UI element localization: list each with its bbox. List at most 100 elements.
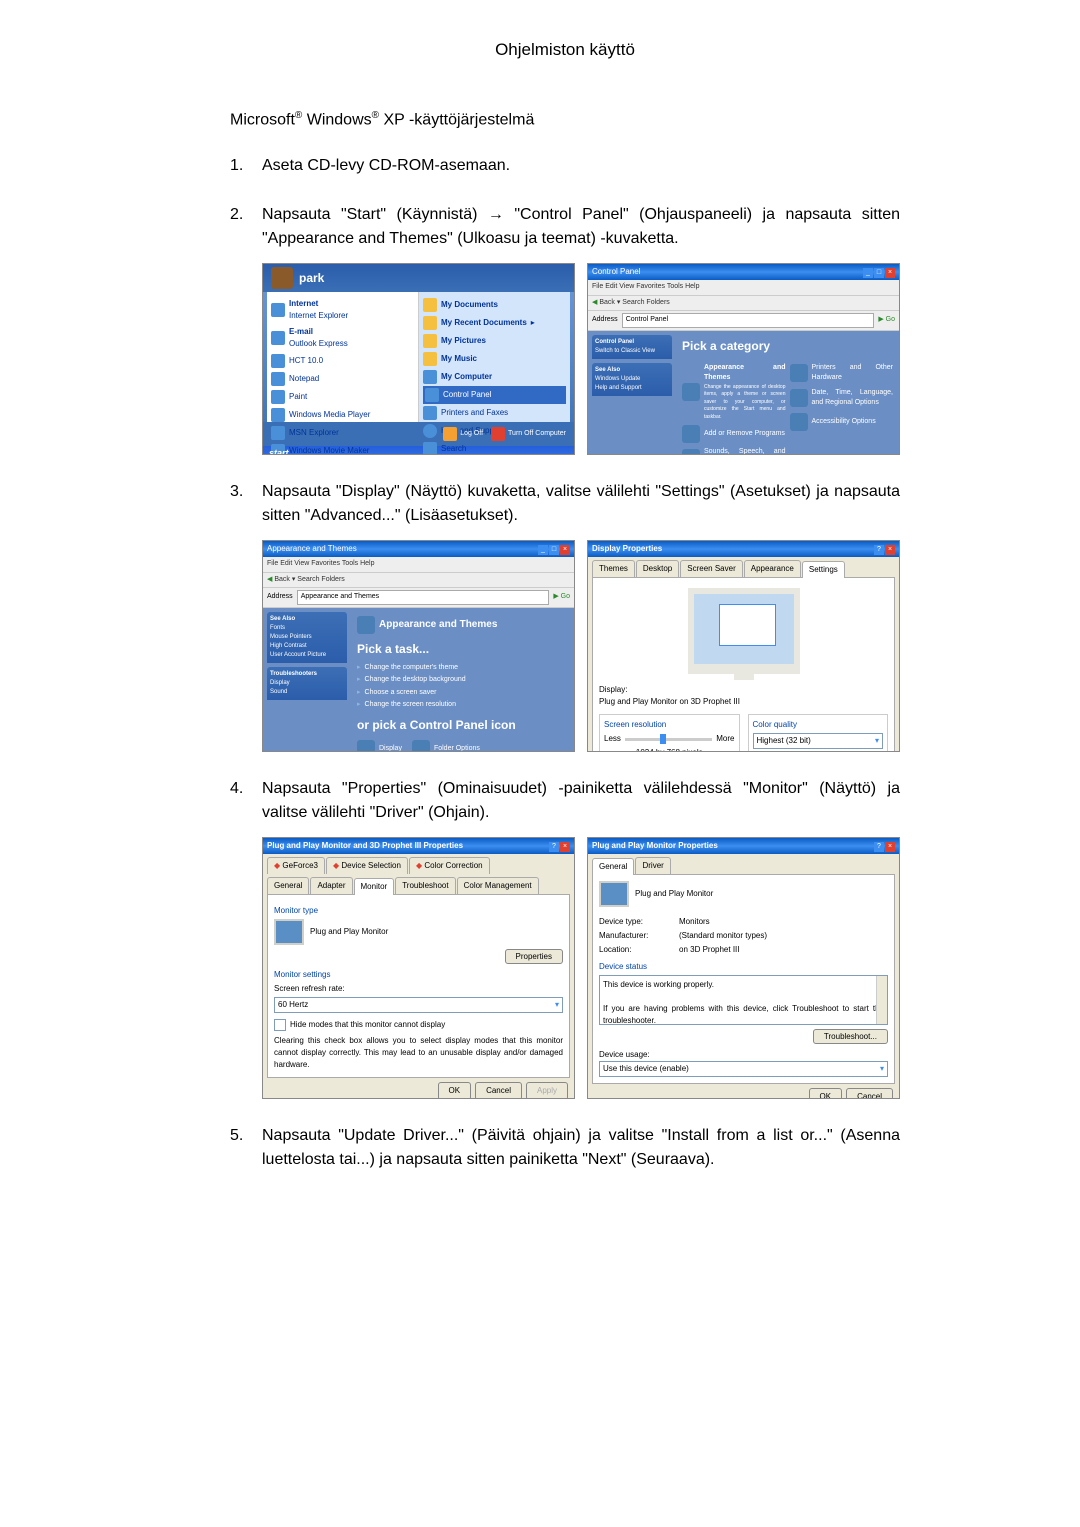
startmenu-item[interactable]: Notepad — [271, 370, 414, 388]
sidebar-link[interactable]: Fonts — [270, 625, 285, 631]
sidebar-link[interactable]: Windows Update — [595, 376, 640, 382]
tab-driver[interactable]: Driver — [635, 857, 670, 874]
minimize-icon[interactable]: _ — [538, 545, 548, 555]
tab-device-selection[interactable]: ◆ Device Selection — [326, 857, 408, 874]
cp-category[interactable]: Printers and Other Hardware — [790, 361, 894, 386]
startmenu-item[interactable]: Paint — [271, 388, 414, 406]
startmenu-item[interactable]: HCT 10.0 — [271, 352, 414, 370]
step-3: Napsauta "Display" (Näyttö) kuvaketta, v… — [230, 480, 900, 752]
tab-adapter[interactable]: Adapter — [310, 877, 352, 894]
help-icon[interactable]: ? — [549, 842, 559, 852]
task-link[interactable]: Choose a screen saver — [357, 687, 568, 700]
startmenu-item[interactable]: MSN Explorer — [271, 424, 414, 442]
refresh-dropdown[interactable]: 60 Hertz — [274, 997, 563, 1013]
cancel-button[interactable]: Cancel — [846, 1088, 893, 1099]
help-icon[interactable]: ? — [874, 545, 884, 555]
device-usage-dropdown[interactable]: Use this device (enable) — [599, 1061, 888, 1077]
cp-category[interactable]: Accessibility Options — [790, 411, 894, 433]
cp-heading: Pick a category — [682, 337, 893, 355]
close-icon[interactable]: × — [560, 842, 570, 852]
nvidia-icon: ◆ — [333, 861, 339, 870]
resolution-slider[interactable]: Less More — [604, 733, 735, 745]
startmenu-item[interactable]: Search — [423, 440, 566, 455]
scrollbar[interactable] — [876, 976, 887, 1024]
cp-category[interactable]: Sounds, Speech, and Audio Devices — [682, 445, 786, 455]
hide-modes-checkbox[interactable]: Hide modes that this monitor cannot disp… — [274, 1019, 563, 1031]
sidebar-link[interactable]: Help and Support — [595, 385, 642, 391]
close-icon[interactable]: × — [885, 268, 895, 278]
ok-button[interactable]: OK — [438, 1082, 472, 1099]
window-titlebar: Plug and Play Monitor Properties ?× — [588, 838, 899, 854]
minimize-icon[interactable]: _ — [863, 268, 873, 278]
switch-view-link[interactable]: Switch to Classic View — [595, 348, 655, 354]
startmenu-item[interactable]: My Documents — [423, 296, 566, 314]
task-link[interactable]: Change the desktop background — [357, 674, 568, 687]
task-link[interactable]: Change the computer's theme — [357, 662, 568, 675]
search-icon — [423, 442, 437, 455]
tab-strip-bot: General Adapter Monitor Troubleshoot Col… — [263, 874, 574, 894]
logoff-button[interactable]: Log Off — [443, 427, 483, 441]
maximize-icon[interactable]: □ — [874, 268, 884, 278]
sidebar-link[interactable]: User Account Picture — [270, 652, 326, 658]
cp-category-appearance[interactable]: Appearance and ThemesChange the appearan… — [682, 361, 786, 424]
cancel-button[interactable]: Cancel — [475, 1082, 522, 1099]
apply-button[interactable]: Apply — [526, 1082, 568, 1099]
tab-general[interactable]: General — [592, 858, 634, 875]
startmenu-item[interactable]: Windows Media Player — [271, 406, 414, 424]
toolbar[interactable]: ◀ Back ▾ Search Folders — [263, 573, 574, 589]
back-icon[interactable]: ◀ — [267, 576, 272, 583]
startmenu-item[interactable]: My Computer — [423, 368, 566, 386]
tab-colormgmt[interactable]: Color Management — [457, 877, 539, 894]
troubleshoot-button[interactable]: Troubleshoot... — [813, 1029, 888, 1044]
close-icon[interactable]: × — [885, 545, 895, 555]
toolbar[interactable]: ◀ Back ▾ Search Folders — [588, 296, 899, 312]
tab-settings[interactable]: Settings — [802, 561, 845, 578]
menubar[interactable]: File Edit View Favorites Tools Help — [588, 280, 899, 296]
color-dropdown[interactable]: Highest (32 bit) — [753, 733, 884, 749]
startmenu-item[interactable]: Printers and Faxes — [423, 404, 566, 422]
cp-category[interactable]: Date, Time, Language, and Regional Optio… — [790, 386, 894, 411]
address-field[interactable]: Appearance and Themes — [297, 590, 550, 605]
startmenu-item[interactable]: Windows Movie Maker — [271, 442, 414, 455]
properties-button[interactable]: Properties — [505, 949, 563, 964]
maximize-icon[interactable]: □ — [549, 545, 559, 555]
startmenu-item[interactable]: My Music — [423, 350, 566, 368]
go-button[interactable]: ▶ Go — [553, 592, 570, 603]
startmenu-item[interactable]: InternetInternet Explorer — [271, 296, 414, 324]
tab-general[interactable]: General — [267, 877, 309, 894]
startmenu-item[interactable]: E-mailOutlook Express — [271, 324, 414, 352]
step-4: Napsauta "Properties" (Ominaisuudet) -pa… — [230, 777, 900, 1099]
startmenu-item[interactable]: My Pictures — [423, 332, 566, 350]
category-icon — [790, 364, 808, 382]
tab-troubleshoot[interactable]: Troubleshoot — [395, 877, 455, 894]
display-icon-link[interactable]: Display — [357, 738, 402, 753]
sidebar-link[interactable]: Display — [270, 680, 290, 686]
cp-category[interactable]: Add or Remove Programs — [682, 423, 786, 445]
close-icon[interactable]: × — [560, 545, 570, 555]
sidebar-link[interactable]: Mouse Pointers — [270, 634, 312, 640]
tab-themes[interactable]: Themes — [592, 560, 635, 577]
folder-icon — [423, 316, 437, 330]
tab-screensaver[interactable]: Screen Saver — [680, 560, 742, 577]
tab-color-correction[interactable]: ◆ Color Correction — [409, 857, 490, 874]
task-link[interactable]: Change the screen resolution — [357, 699, 568, 712]
tab-monitor[interactable]: Monitor — [354, 878, 395, 895]
sidebar-link[interactable]: High Contrast — [270, 643, 307, 649]
startmenu-item[interactable]: My Recent Documents ▸ — [423, 314, 566, 332]
close-icon[interactable]: × — [885, 842, 895, 852]
tab-geforce[interactable]: ◆ GeForce3 — [267, 857, 325, 874]
menubar[interactable]: File Edit View Favorites Tools Help — [263, 557, 574, 573]
tab-appearance[interactable]: Appearance — [744, 560, 801, 577]
back-icon[interactable]: ◀ — [592, 299, 597, 306]
address-field[interactable]: Control Panel — [622, 313, 875, 328]
folder-options-link[interactable]: Folder Options — [412, 738, 480, 753]
shutdown-button[interactable]: Turn Off Computer — [491, 427, 566, 441]
color-label: Color quality — [753, 719, 884, 731]
startmenu-control-panel[interactable]: Control Panel — [423, 386, 566, 404]
tab-desktop[interactable]: Desktop — [636, 560, 679, 577]
notepad-icon — [271, 372, 285, 386]
sidebar-link[interactable]: Sound — [270, 689, 287, 695]
go-button[interactable]: ▶ Go — [878, 315, 895, 326]
ok-button[interactable]: OK — [809, 1088, 843, 1099]
help-icon[interactable]: ? — [874, 842, 884, 852]
